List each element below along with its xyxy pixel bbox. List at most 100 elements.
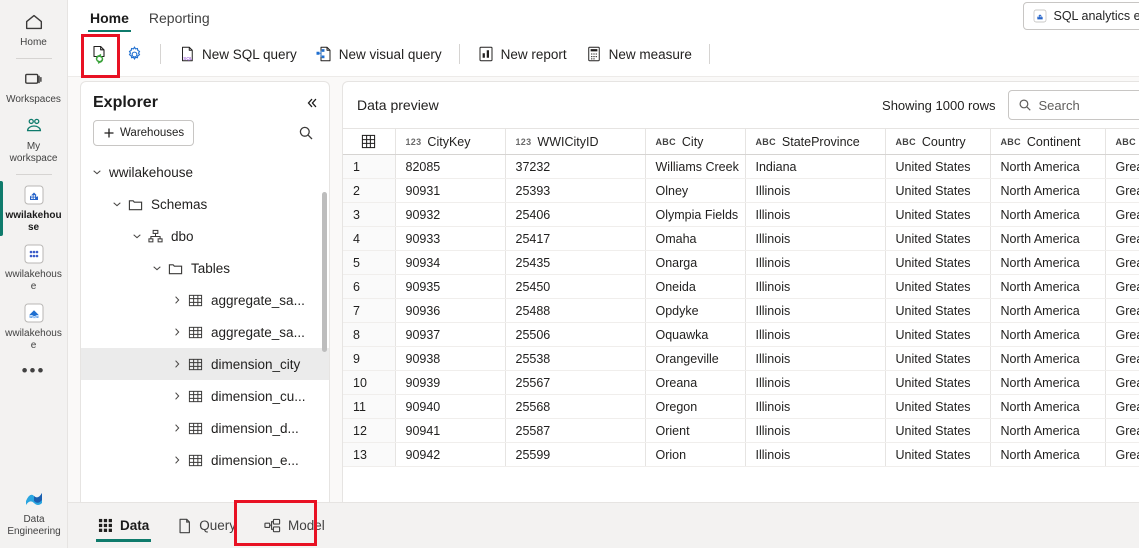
tree-node-wwilakehouse[interactable]: wwilakehouse xyxy=(81,156,329,188)
table-cell[interactable]: 25435 xyxy=(505,250,646,275)
table-row[interactable]: 7 90936 25488 Opdyke Illinois United States No… xyxy=(343,298,1139,323)
table-cell[interactable]: 90938 xyxy=(395,346,506,371)
table-cell[interactable]: Great La xyxy=(1105,442,1139,467)
table-cell[interactable]: 90936 xyxy=(395,298,506,323)
table-cell[interactable]: 25568 xyxy=(505,394,646,419)
row-number[interactable]: 1 xyxy=(343,154,396,179)
table-cell[interactable]: 90934 xyxy=(395,250,506,275)
table-cell[interactable]: North America xyxy=(990,178,1106,203)
search-input[interactable] xyxy=(1038,97,1139,113)
ribbon-tab-reporting[interactable]: Reporting xyxy=(139,6,220,32)
tree-node-schemas[interactable]: Schemas xyxy=(81,188,329,220)
row-number[interactable]: 4 xyxy=(343,226,396,251)
tree-node-aggregate-sa-[interactable]: aggregate_sa... xyxy=(81,316,329,348)
table-cell[interactable]: Orion xyxy=(645,442,746,467)
table-cell[interactable]: 90931 xyxy=(395,178,506,203)
table-cell[interactable]: 25393 xyxy=(505,178,646,203)
chevron-right-icon[interactable] xyxy=(169,423,185,433)
row-number[interactable]: 12 xyxy=(343,418,396,443)
table-cell[interactable]: United States xyxy=(885,298,991,323)
table-cell[interactable]: Great La xyxy=(1105,226,1139,251)
chevron-right-icon[interactable] xyxy=(169,455,185,465)
table-cell[interactable]: Illinois xyxy=(745,202,886,227)
table-cell[interactable]: North America xyxy=(990,346,1106,371)
grid-column-header[interactable]: 123 WWICityID xyxy=(505,128,646,155)
table-cell[interactable]: Orient xyxy=(645,418,746,443)
table-cell[interactable]: Illinois xyxy=(745,226,886,251)
table-row[interactable]: 3 90932 25406 Olympia Fields Illinois United … xyxy=(343,202,1139,227)
table-cell[interactable]: Olympia Fields xyxy=(645,202,746,227)
new-visual-query-button[interactable]: New visual query xyxy=(307,38,450,70)
table-cell[interactable]: North America xyxy=(990,274,1106,299)
table-cell[interactable]: Illinois xyxy=(745,370,886,395)
row-number[interactable]: 13 xyxy=(343,442,396,467)
table-row[interactable]: 13 90942 25599 Orion Illinois United States No… xyxy=(343,442,1139,467)
collapse-explorer-button[interactable] xyxy=(305,96,319,110)
table-cell[interactable]: 25506 xyxy=(505,322,646,347)
chevron-right-icon[interactable] xyxy=(169,327,185,337)
rail-item-workspaces[interactable]: Workspaces xyxy=(0,63,68,110)
table-cell[interactable]: North America xyxy=(990,442,1106,467)
table-cell[interactable]: North America xyxy=(990,154,1106,179)
grid-column-header[interactable]: ABC StateProvince xyxy=(745,128,886,155)
table-cell[interactable]: Great La xyxy=(1105,346,1139,371)
chevron-down-icon[interactable] xyxy=(89,167,105,177)
chevron-right-icon[interactable] xyxy=(169,295,185,305)
table-cell[interactable]: North America xyxy=(990,370,1106,395)
table-cell[interactable]: Oregon xyxy=(645,394,746,419)
chevron-right-icon[interactable] xyxy=(169,391,185,401)
rail-overflow-button[interactable]: ••• xyxy=(0,356,68,386)
table-cell[interactable]: Omaha xyxy=(645,226,746,251)
table-row[interactable]: 12 90941 25587 Orient Illinois United States N… xyxy=(343,418,1139,443)
table-cell[interactable]: North America xyxy=(990,250,1106,275)
sql-analytics-endpoint-switcher[interactable]: SQL analytics endpoint xyxy=(1022,2,1139,30)
table-cell[interactable]: North America xyxy=(990,418,1106,443)
table-cell[interactable]: Great La xyxy=(1105,322,1139,347)
table-cell[interactable]: Williams Creek xyxy=(645,154,746,179)
chevron-down-icon[interactable] xyxy=(109,199,125,209)
new-measure-button[interactable]: New measure xyxy=(577,38,700,70)
rail-item-wwilakehouse-semantic-model[interactable]: wwilakehouse xyxy=(0,238,68,297)
explorer-search-icon[interactable] xyxy=(295,122,317,144)
table-cell[interactable]: Oreana xyxy=(645,370,746,395)
grid-column-header[interactable]: 123 CityKey xyxy=(395,128,506,155)
rail-item-wwilakehouse-sql-endpoint[interactable]: wwilakehouse xyxy=(0,179,68,238)
table-cell[interactable]: 25406 xyxy=(505,202,646,227)
data-preview-search-box[interactable] xyxy=(1007,90,1139,120)
table-cell[interactable]: Orangeville xyxy=(645,346,746,371)
rail-item-data-engineering[interactable]: Data Engineering xyxy=(0,483,68,542)
tree-node-dimension-d-[interactable]: dimension_d... xyxy=(81,412,329,444)
tree-node-dbo[interactable]: dbo xyxy=(81,220,329,252)
table-cell[interactable]: United States xyxy=(885,322,991,347)
table-row[interactable]: 2 90931 25393 Olney Illinois United States Nor… xyxy=(343,178,1139,203)
table-cell[interactable]: United States xyxy=(885,202,991,227)
table-cell[interactable]: United States xyxy=(885,154,991,179)
table-cell[interactable]: Illinois xyxy=(745,418,886,443)
settings-button[interactable] xyxy=(118,38,151,70)
table-cell[interactable]: Illinois xyxy=(745,322,886,347)
table-cell[interactable]: 25567 xyxy=(505,370,646,395)
table-cell[interactable]: 90935 xyxy=(395,274,506,299)
table-row[interactable]: 8 90937 25506 Oquawka Illinois United States N… xyxy=(343,322,1139,347)
ribbon-tab-home[interactable]: Home xyxy=(80,6,139,32)
table-cell[interactable]: 90942 xyxy=(395,442,506,467)
table-cell[interactable]: Great La xyxy=(1105,370,1139,395)
refresh-button[interactable] xyxy=(82,38,116,70)
row-number[interactable]: 10 xyxy=(343,370,396,395)
row-number[interactable]: 7 xyxy=(343,298,396,323)
table-cell[interactable]: North America xyxy=(990,202,1106,227)
row-number[interactable]: 6 xyxy=(343,274,396,299)
table-cell[interactable]: Great La xyxy=(1105,250,1139,275)
table-cell[interactable]: Great La xyxy=(1105,202,1139,227)
table-cell[interactable]: Great La xyxy=(1105,418,1139,443)
new-report-button[interactable]: New report xyxy=(469,38,575,70)
chevron-down-icon[interactable] xyxy=(129,231,145,241)
table-cell[interactable]: 90940 xyxy=(395,394,506,419)
table-cell[interactable]: 82085 xyxy=(395,154,506,179)
table-cell[interactable]: Illinois xyxy=(745,178,886,203)
table-cell[interactable]: Oquawka xyxy=(645,322,746,347)
table-cell[interactable]: United States xyxy=(885,394,991,419)
table-cell[interactable]: Illinois xyxy=(745,274,886,299)
table-cell[interactable]: Great La xyxy=(1105,298,1139,323)
table-cell[interactable]: 25417 xyxy=(505,226,646,251)
